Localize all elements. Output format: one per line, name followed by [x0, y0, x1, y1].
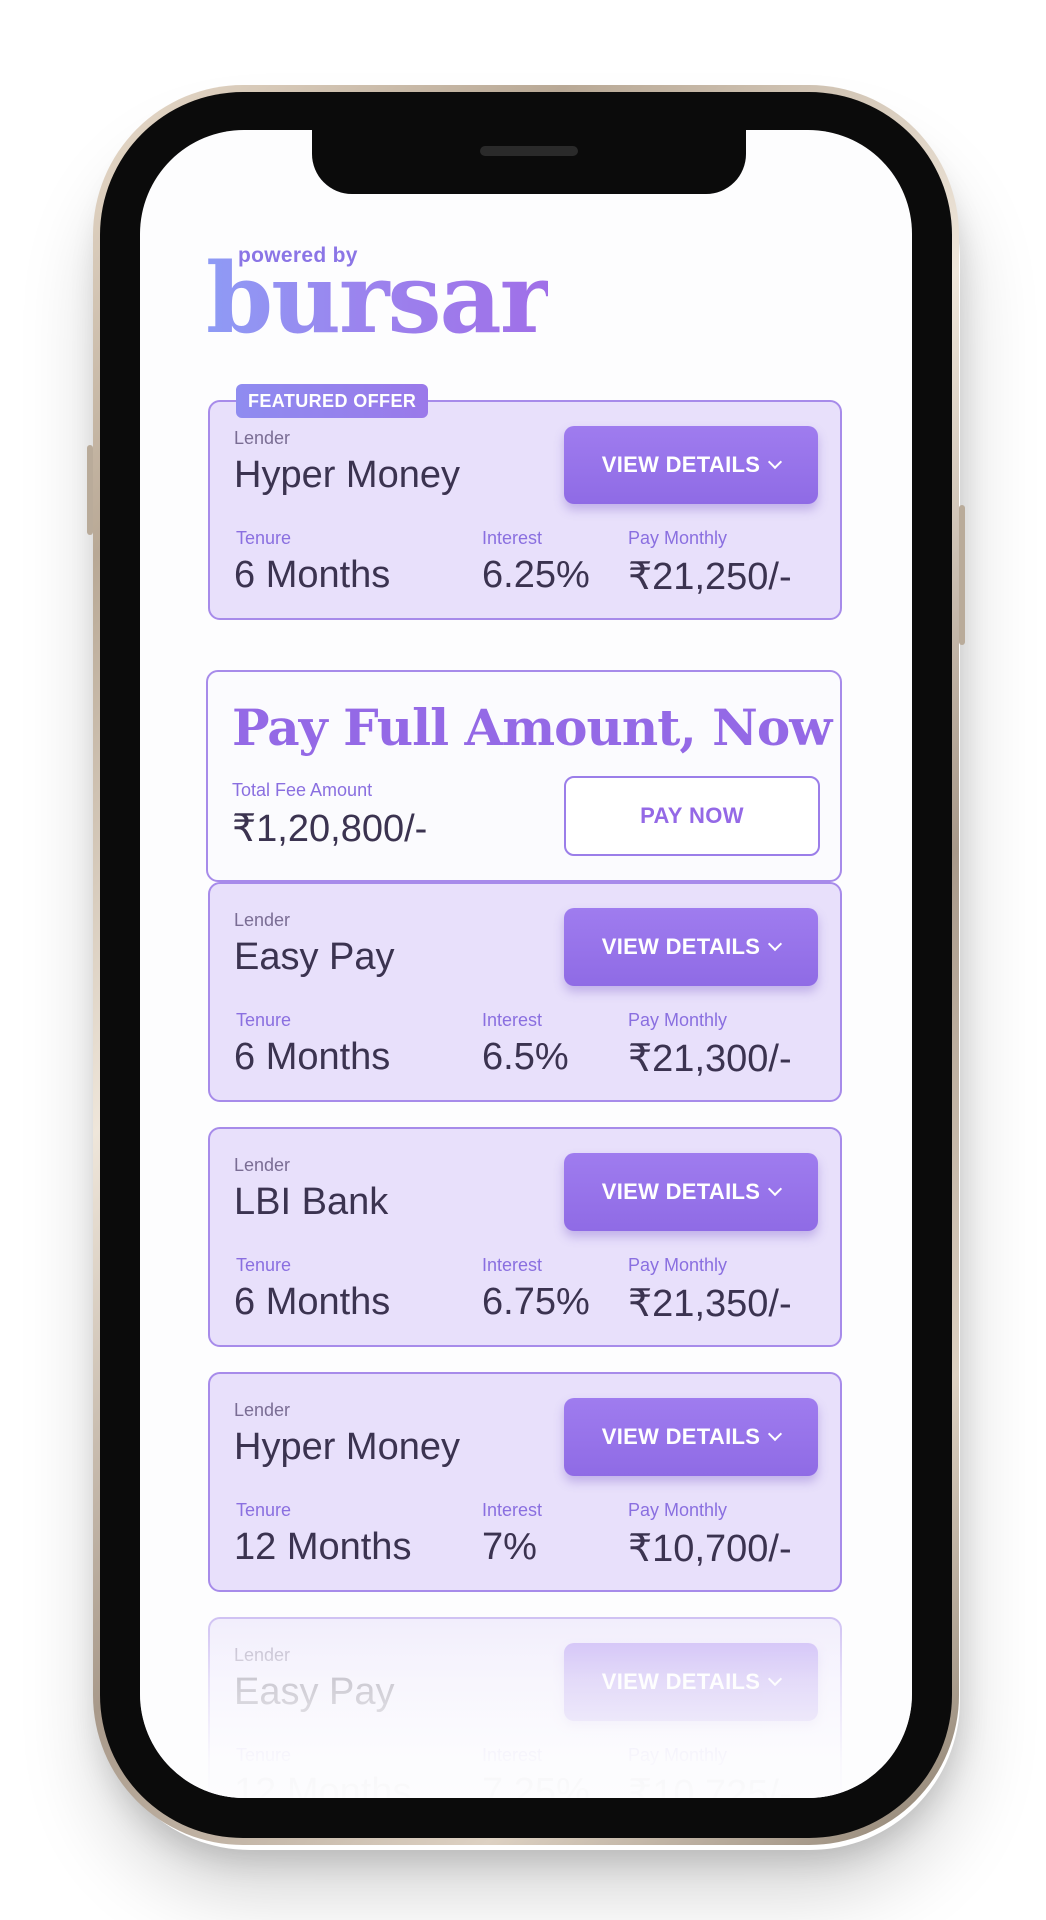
- interest-label: Interest: [482, 1255, 543, 1275]
- powered-by-label: powered by: [238, 244, 358, 267]
- pay-monthly-label: Pay Monthly: [628, 1745, 728, 1765]
- pay-now-button[interactable]: PAY NOW: [564, 776, 820, 856]
- offer-card-featured: FEATURED OFFER Lender Hyper Money VIEW D…: [208, 384, 842, 620]
- chevron-down-icon: [768, 1181, 783, 1197]
- tenure-value: 6 Months: [234, 554, 391, 596]
- view-details-button[interactable]: VIEW DETAILS: [564, 908, 818, 986]
- chevron-down-icon: [768, 1426, 783, 1442]
- lender-name: Hyper Money: [234, 454, 460, 496]
- pay-full-card: Pay Full Amount, Now Total Fee Amount ₹1…: [206, 670, 842, 882]
- interest-label: Interest: [482, 1010, 543, 1030]
- pay-monthly-value: ₹10,725/-: [628, 1773, 792, 1798]
- phone-screen: bursar powered by FEATURED OFFER Lender …: [140, 130, 912, 1798]
- pay-monthly-value: ₹21,300/-: [628, 1038, 792, 1080]
- interest-label: Interest: [482, 528, 543, 548]
- interest-value: 6.75%: [482, 1281, 590, 1323]
- interest-value: 6.25%: [482, 554, 590, 596]
- view-details-label: VIEW DETAILS: [601, 934, 761, 959]
- view-details-label: VIEW DETAILS: [601, 1669, 761, 1694]
- lender-label: Lender: [234, 428, 291, 448]
- tenure-label: Tenure: [236, 1745, 292, 1765]
- pay-monthly-value: ₹21,350/-: [628, 1283, 792, 1325]
- pay-full-title: Pay Full Amount, Now: [232, 698, 832, 757]
- view-details-button[interactable]: VIEW DETAILS: [564, 1153, 818, 1231]
- offer-card: Lender LBI Bank VIEW DETAILS Tenure 6 Mo…: [208, 1127, 842, 1347]
- lender-name: Hyper Money: [234, 1426, 460, 1468]
- chevron-down-icon: [768, 936, 783, 952]
- view-details-label: VIEW DETAILS: [601, 452, 761, 477]
- interest-value: 7.25%: [482, 1771, 590, 1798]
- offer-card: Lender Easy Pay VIEW DETAILS Tenure 6 Mo…: [208, 882, 842, 1102]
- view-details-label: VIEW DETAILS: [601, 1424, 761, 1449]
- total-fee-label: Total Fee Amount: [232, 780, 373, 800]
- view-details-button[interactable]: VIEW DETAILS: [564, 1643, 818, 1721]
- view-details-button[interactable]: VIEW DETAILS: [564, 426, 818, 504]
- tenure-label: Tenure: [236, 1500, 292, 1520]
- offer-card: Lender Hyper Money VIEW DETAILS Tenure 1…: [208, 1372, 842, 1592]
- offer-card: Lender Easy Pay VIEW DETAILS Tenure 12 M…: [208, 1617, 842, 1798]
- pay-monthly-label: Pay Monthly: [628, 1010, 728, 1030]
- brand-logo: bursar powered by: [206, 244, 550, 354]
- lender-label: Lender: [234, 1400, 291, 1420]
- tenure-value: 12 Months: [234, 1771, 412, 1798]
- pay-monthly-label: Pay Monthly: [628, 1255, 728, 1275]
- featured-badge: FEATURED OFFER: [236, 384, 429, 418]
- total-fee-amount: ₹1,20,800/-: [232, 808, 428, 850]
- tenure-value: 6 Months: [234, 1281, 391, 1323]
- power-button: [959, 505, 965, 645]
- lender-label: Lender: [234, 1645, 291, 1665]
- lender-label: Lender: [234, 1155, 291, 1175]
- tenure-label: Tenure: [236, 1255, 292, 1275]
- tenure-label: Tenure: [236, 528, 292, 548]
- pay-monthly-label: Pay Monthly: [628, 528, 728, 548]
- pay-monthly-value: ₹10,700/-: [628, 1528, 792, 1570]
- pay-monthly-label: Pay Monthly: [628, 1500, 728, 1520]
- view-details-button[interactable]: VIEW DETAILS: [564, 1398, 818, 1476]
- app-content: bursar powered by FEATURED OFFER Lender …: [140, 130, 912, 1798]
- interest-value: 6.5%: [482, 1036, 569, 1078]
- chevron-down-icon: [768, 1671, 783, 1687]
- interest-label: Interest: [482, 1500, 543, 1520]
- speaker-grille: [480, 146, 578, 156]
- phone-frame: bursar powered by FEATURED OFFER Lender …: [87, 85, 965, 1845]
- phone-bezel: bursar powered by FEATURED OFFER Lender …: [100, 92, 952, 1838]
- lender-name: LBI Bank: [234, 1181, 389, 1223]
- tenure-value: 6 Months: [234, 1036, 391, 1078]
- tenure-value: 12 Months: [234, 1526, 412, 1568]
- lender-name: Easy Pay: [234, 936, 395, 978]
- volume-button: [87, 445, 93, 535]
- interest-label: Interest: [482, 1745, 543, 1765]
- tenure-label: Tenure: [236, 1010, 292, 1030]
- chevron-down-icon: [768, 454, 783, 470]
- interest-value: 7%: [482, 1526, 537, 1568]
- lender-name: Easy Pay: [234, 1671, 395, 1713]
- lender-label: Lender: [234, 910, 291, 930]
- view-details-label: VIEW DETAILS: [601, 1179, 761, 1204]
- pay-monthly-value: ₹21,250/-: [628, 556, 792, 598]
- phone-notch: [312, 130, 746, 194]
